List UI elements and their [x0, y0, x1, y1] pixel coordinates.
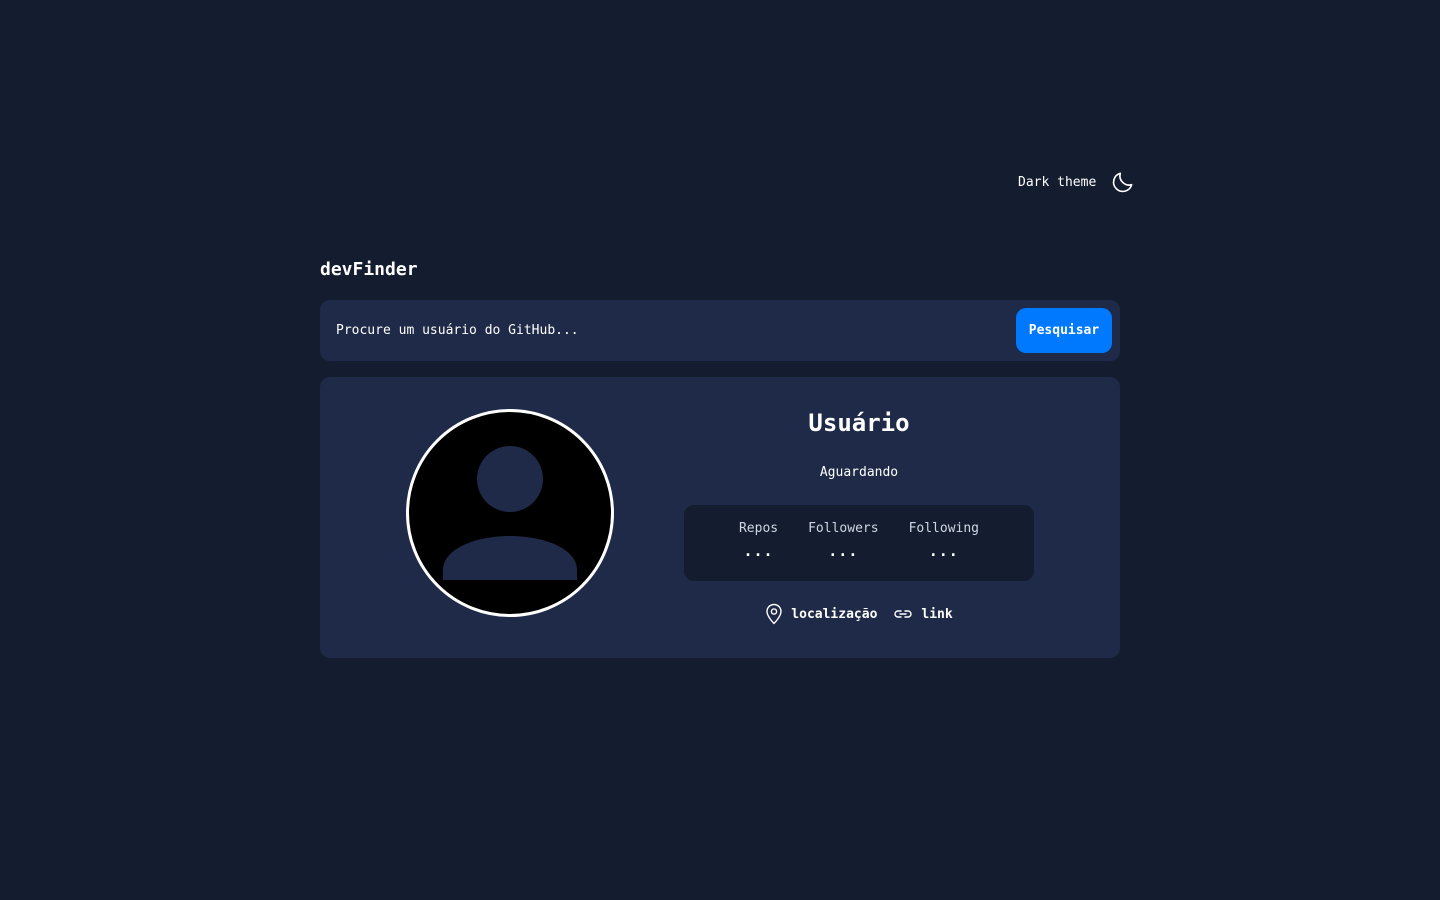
- search-button[interactable]: Pesquisar: [1016, 308, 1112, 353]
- search-bar: Pesquisar: [320, 300, 1120, 361]
- link-item[interactable]: link: [893, 607, 953, 622]
- stat-following: Following ...: [909, 521, 979, 581]
- stat-repos: Repos ...: [739, 521, 778, 581]
- stat-followers: Followers ...: [808, 521, 878, 581]
- theme-toggle-label: Dark theme: [1018, 174, 1097, 190]
- app-logo: devFinder: [320, 259, 418, 280]
- location-text: localização: [791, 606, 878, 622]
- search-input[interactable]: [336, 323, 1016, 338]
- profile-links: localização link: [684, 603, 1034, 625]
- profile-info: Usuário Aguardando Repos ... Followers .…: [684, 377, 1034, 658]
- user-name: Usuário: [808, 409, 910, 437]
- user-placeholder-icon: [443, 446, 577, 580]
- location-pin-icon: [766, 603, 782, 625]
- stat-value: ...: [743, 542, 774, 560]
- stats-panel: Repos ... Followers ... Following ...: [684, 505, 1034, 581]
- user-bio: Aguardando: [819, 465, 899, 480]
- avatar: [406, 409, 614, 617]
- link-text[interactable]: link: [921, 607, 952, 622]
- stat-value: ...: [828, 542, 859, 560]
- moon-icon[interactable]: [1110, 169, 1136, 195]
- stat-label: Following: [908, 521, 980, 536]
- stat-label: Repos: [738, 521, 779, 536]
- location-item: localização: [765, 603, 877, 625]
- theme-toggle[interactable]: Dark theme: [1018, 166, 1136, 198]
- link-icon: [894, 610, 913, 618]
- stat-label: Followers: [808, 521, 879, 536]
- stat-value: ...: [928, 542, 959, 560]
- profile-card: Usuário Aguardando Repos ... Followers .…: [320, 377, 1120, 658]
